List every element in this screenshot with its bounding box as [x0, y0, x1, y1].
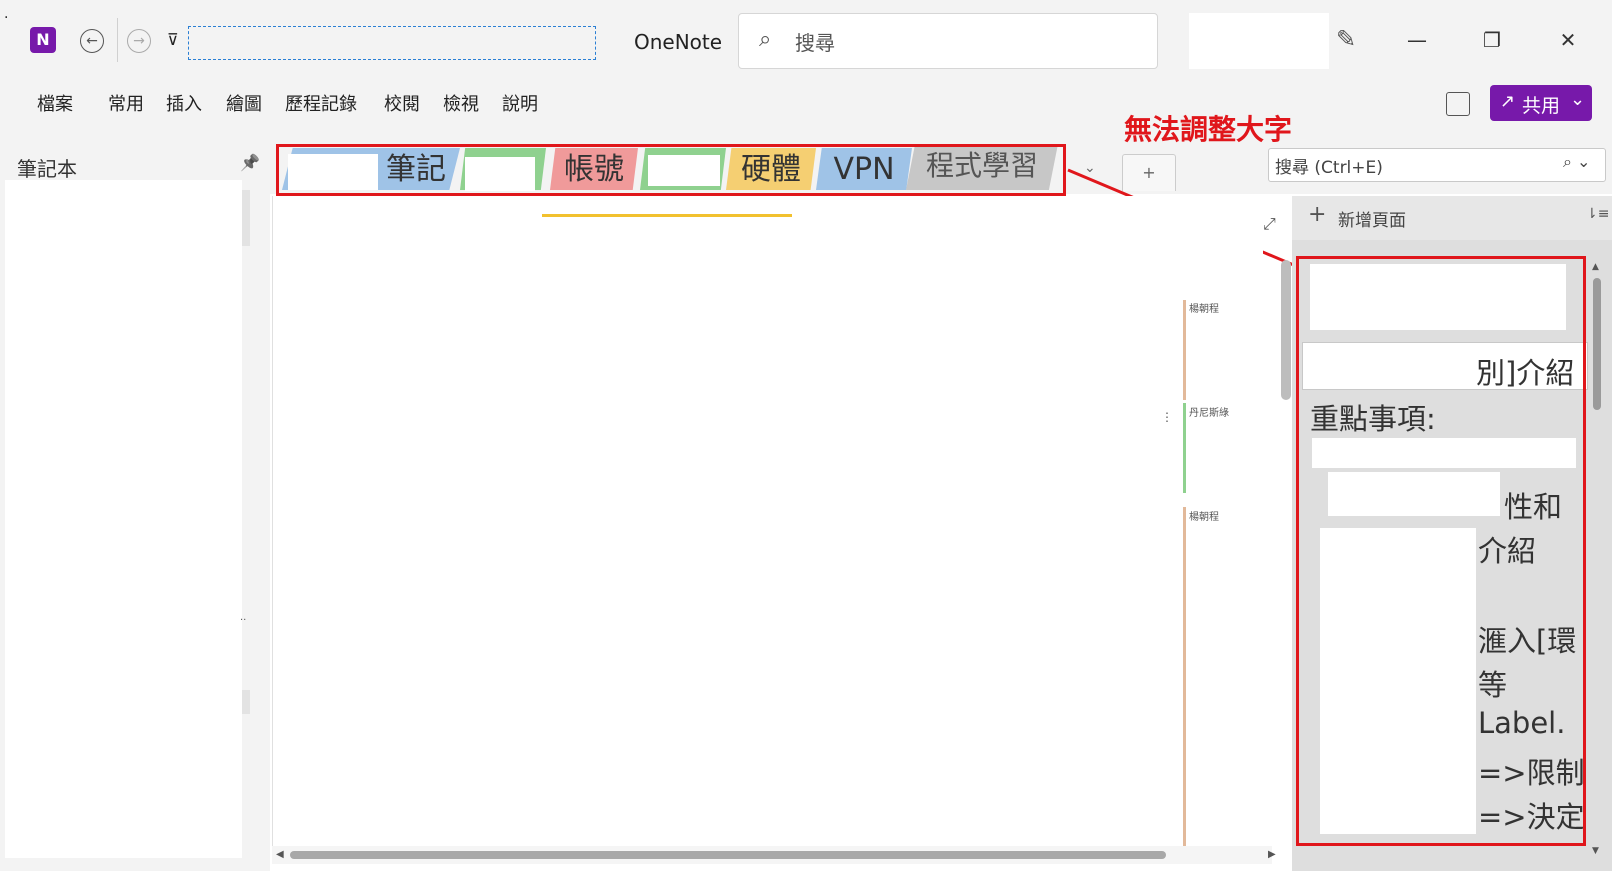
pages-highlight-box	[1296, 256, 1586, 846]
notebook-search-placeholder: 搜尋 (Ctrl+E)	[1275, 158, 1383, 178]
title-underline	[542, 214, 792, 217]
page-list-scrollbar[interactable]: ▲ ▼	[1590, 262, 1604, 858]
search-icon[interactable]: ⌕ ⌄	[1563, 152, 1590, 172]
add-page-button[interactable]: 新增頁面	[1338, 206, 1406, 231]
side-mark-icon: ⋮	[1161, 410, 1173, 424]
author-label-3: 楊朝程	[1189, 512, 1219, 523]
author-label-2: 丹尼斯綠	[1189, 408, 1229, 419]
scroll-right-icon[interactable]: ▶	[1268, 849, 1276, 860]
scroll-down-icon[interactable]: ▼	[1592, 846, 1599, 856]
sort-icon[interactable]: ⇂≡	[1586, 206, 1609, 222]
vertical-line-3	[1183, 507, 1186, 857]
vertical-line-2	[1183, 403, 1186, 493]
add-page-icon[interactable]: +	[1308, 202, 1326, 227]
expand-icon[interactable]: ⤢	[1263, 214, 1276, 234]
scroll-up-icon[interactable]: ▲	[1592, 262, 1599, 272]
horizontal-scroll-thumb[interactable]	[290, 851, 1166, 859]
canvas-scrollbar-thumb[interactable]	[1281, 260, 1291, 400]
page-list-header: + 新增頁面 ⇂≡	[1292, 196, 1612, 240]
page-canvas[interactable]: ⤢ 楊朝程 丹尼斯綠 楊朝程 ⋮	[272, 196, 1291, 857]
page-list-scroll-thumb[interactable]	[1593, 278, 1601, 410]
vertical-line-1	[1183, 300, 1186, 400]
notebook-search-box[interactable]: 搜尋 (Ctrl+E) ⌕ ⌄	[1268, 148, 1606, 182]
horizontal-scrollbar[interactable]: ◀ ▶	[272, 846, 1276, 864]
author-label-1: 楊朝程	[1189, 304, 1219, 315]
scroll-left-icon[interactable]: ◀	[276, 849, 284, 860]
